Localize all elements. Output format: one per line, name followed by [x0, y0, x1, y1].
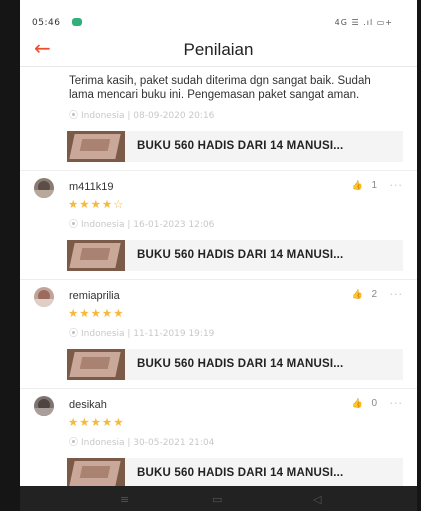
review-item: remiaprilia 👍 2 ··· ★★★★★ ⦿ Indonesia | 1…	[20, 287, 417, 389]
review-item: desikah 👍 0 ··· ★★★★★ ⦿ Indonesia | 30-05…	[20, 396, 417, 487]
star-rating: ★★★★★	[20, 416, 417, 429]
divider	[20, 388, 417, 389]
filled-stars: ★★★★★	[68, 415, 125, 429]
reviewer-username: remiaprilia	[69, 290, 120, 302]
product-name: BUKU 560 HADIS DARI 14 MANUSI...	[137, 140, 344, 152]
review-meta: ⦿ Indonesia | 08-09-2020 20:16	[20, 110, 417, 122]
review-comment: Terima kasih, paket sudah diterima dgn s…	[69, 75, 371, 101]
system-status-icons: 4G ☰ .ıl ▭+	[334, 18, 393, 27]
product-card[interactable]: BUKU 560 HADIS DARI 14 MANUSI...	[67, 349, 403, 380]
thumbs-up-icon[interactable]: 👍	[352, 290, 363, 300]
status-bar: 05:46 4G ☰ .ıl ▭+	[20, 12, 417, 32]
star-rating: ★★★★☆	[20, 198, 417, 211]
page-header: ← Penilaian	[20, 32, 417, 67]
filled-stars: ★★★★	[68, 197, 114, 211]
filled-stars: ★★★★★	[68, 306, 125, 320]
review-meta-text: Indonesia | 30-05-2021 21:04	[81, 438, 215, 448]
like-count: 1	[371, 180, 377, 191]
page-title: Penilaian	[183, 40, 254, 59]
review-header: m411k19 👍 1 ···	[20, 178, 417, 198]
product-name: BUKU 560 HADIS DARI 14 MANUSI...	[137, 467, 344, 479]
avatar[interactable]	[34, 178, 54, 198]
reviewer-username: desikah	[69, 399, 107, 411]
thumbs-up-icon[interactable]: 👍	[352, 181, 363, 191]
location-pin-icon: ⦿	[69, 220, 79, 230]
location-pin-icon: ⦿	[69, 111, 79, 121]
phone-screen: 05:46 4G ☰ .ıl ▭+ ← Penilaian Terima kas…	[20, 12, 417, 511]
review-header: remiaprilia 👍 2 ···	[20, 287, 417, 307]
device-frame-right	[417, 0, 421, 511]
location-pin-icon: ⦿	[69, 438, 79, 448]
product-thumbnail	[67, 349, 125, 380]
thumbs-up-icon[interactable]: 👍	[352, 399, 363, 409]
menu-nav-icon[interactable]: ≡	[120, 493, 129, 506]
review-list[interactable]: Terima kasih, paket sudah diterima dgn s…	[20, 67, 417, 487]
notification-app-icon	[72, 18, 82, 26]
more-options-icon[interactable]: ···	[390, 288, 404, 301]
status-time: 05:46	[32, 18, 61, 28]
review-meta: ⦿ Indonesia | 30-05-2021 21:04	[20, 437, 417, 449]
more-options-icon[interactable]: ···	[390, 179, 404, 192]
product-thumbnail	[67, 240, 125, 271]
review-meta-text: Indonesia | 11-11-2019 19:19	[81, 329, 215, 339]
empty-star-icon: ☆	[113, 197, 125, 211]
product-thumbnail	[67, 458, 125, 487]
review-meta-text: Indonesia | 08-09-2020 20:16	[81, 111, 215, 121]
location-pin-icon: ⦿	[69, 329, 79, 339]
device-frame-left	[0, 0, 20, 511]
product-card[interactable]: BUKU 560 HADIS DARI 14 MANUSI...	[67, 458, 403, 487]
product-card[interactable]: BUKU 560 HADIS DARI 14 MANUSI...	[67, 240, 403, 271]
divider	[20, 279, 417, 280]
like-count: 2	[371, 289, 377, 300]
product-name: BUKU 560 HADIS DARI 14 MANUSI...	[137, 249, 344, 261]
review-header: desikah 👍 0 ···	[20, 396, 417, 416]
review-item: m411k19 👍 1 ··· ★★★★☆ ⦿ Indonesia | 16-01…	[20, 178, 417, 280]
review-item: Terima kasih, paket sudah diterima dgn s…	[20, 67, 417, 171]
back-nav-icon[interactable]: ◁	[313, 493, 321, 506]
product-card[interactable]: BUKU 560 HADIS DARI 14 MANUSI...	[67, 131, 403, 162]
reviewer-username: m411k19	[69, 181, 114, 193]
product-thumbnail	[67, 131, 125, 162]
review-meta: ⦿ Indonesia | 16-01-2023 12:06	[20, 219, 417, 231]
like-count: 0	[371, 398, 377, 409]
review-meta-text: Indonesia | 16-01-2023 12:06	[81, 220, 215, 230]
star-rating: ★★★★★	[20, 307, 417, 320]
product-name: BUKU 560 HADIS DARI 14 MANUSI...	[137, 358, 344, 370]
avatar[interactable]	[34, 396, 54, 416]
more-options-icon[interactable]: ···	[390, 397, 404, 410]
home-nav-icon[interactable]: ▭	[212, 493, 222, 506]
android-nav-bar: ≡ ▭ ◁	[20, 486, 417, 511]
divider	[20, 170, 417, 171]
review-meta: ⦿ Indonesia | 11-11-2019 19:19	[20, 328, 417, 340]
avatar[interactable]	[34, 287, 54, 307]
